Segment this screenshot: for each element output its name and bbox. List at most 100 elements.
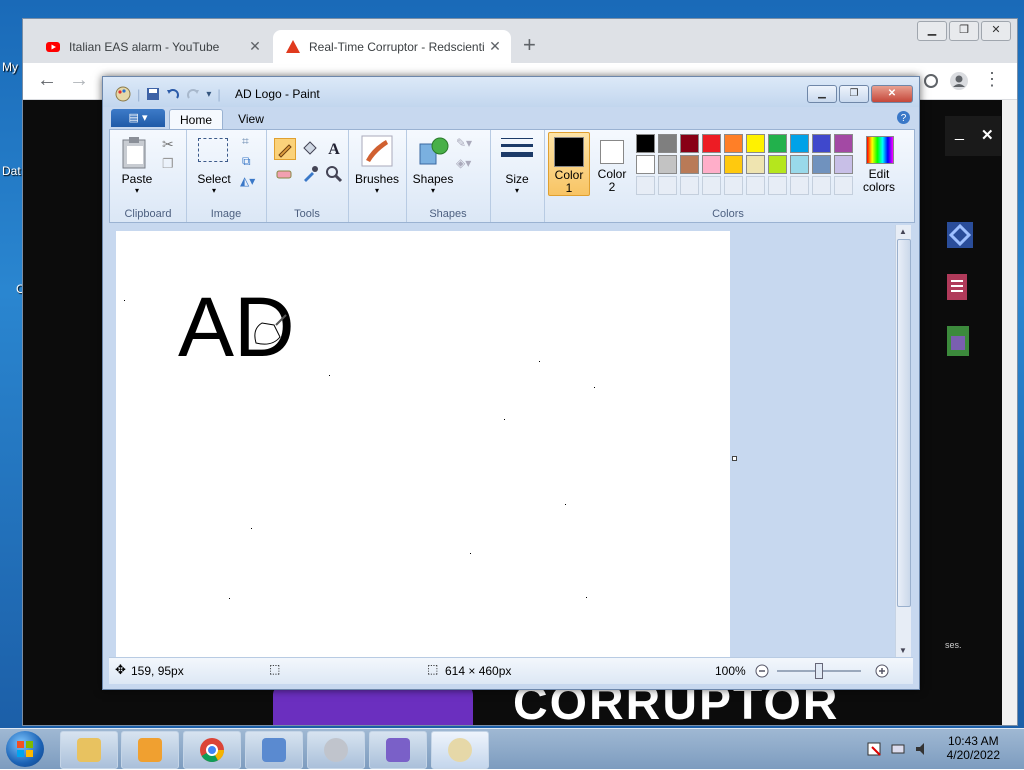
palette-swatch[interactable] xyxy=(680,134,699,153)
panel-close-button[interactable]: ✕ xyxy=(981,126,994,144)
redo-icon[interactable] xyxy=(186,87,200,101)
scrollbar-thumb[interactable] xyxy=(897,239,911,607)
action-center-icon[interactable] xyxy=(866,741,882,757)
crop-icon[interactable]: ⌗ xyxy=(242,134,249,149)
palette-swatch[interactable] xyxy=(790,176,809,195)
palette-swatch[interactable] xyxy=(636,134,655,153)
palette-swatch[interactable] xyxy=(834,155,853,174)
minimize-button[interactable]: ▁ xyxy=(807,85,837,103)
brushes-icon[interactable] xyxy=(360,134,394,168)
palette-swatch[interactable] xyxy=(790,134,809,153)
cut-icon[interactable]: ✂ xyxy=(162,136,174,153)
tab-youtube[interactable]: Italian EAS alarm - YouTube ✕ xyxy=(33,30,271,63)
tab-close-icon[interactable]: ✕ xyxy=(485,38,505,55)
select-button[interactable]: Select xyxy=(190,172,238,186)
palette-swatch[interactable] xyxy=(746,134,765,153)
maximize-button[interactable]: ❐ xyxy=(949,21,979,41)
paint-app-icon[interactable] xyxy=(115,86,131,102)
brushes-button[interactable]: Brushes xyxy=(348,172,406,186)
app-icon-green[interactable] xyxy=(945,324,971,358)
profile-icon[interactable] xyxy=(949,71,969,91)
resize-icon[interactable]: ⧉ xyxy=(242,154,251,169)
minimize-button[interactable]: ▁ xyxy=(917,21,947,41)
tab-corruptor[interactable]: Real-Time Corruptor - Redscienti ✕ xyxy=(273,30,511,63)
palette-swatch[interactable] xyxy=(724,176,743,195)
palette-swatch[interactable] xyxy=(812,176,831,195)
taskbar-sound[interactable] xyxy=(307,731,365,769)
text-tool-icon[interactable]: A xyxy=(324,138,344,158)
undo-icon[interactable] xyxy=(166,87,180,101)
shapes-button[interactable]: Shapes xyxy=(410,172,456,186)
size-button[interactable]: Size xyxy=(490,172,544,186)
palette-swatch[interactable] xyxy=(724,155,743,174)
clock[interactable]: 10:43 AM 4/20/2022 xyxy=(947,734,1000,762)
panel-minimize-button[interactable]: _ xyxy=(955,124,964,142)
paste-icon[interactable] xyxy=(120,136,150,170)
palette-swatch[interactable] xyxy=(680,155,699,174)
palette-swatch[interactable] xyxy=(768,155,787,174)
taskbar-control-panel[interactable] xyxy=(245,731,303,769)
volume-icon[interactable] xyxy=(914,741,930,757)
close-button[interactable]: ✕ xyxy=(981,21,1011,41)
close-button[interactable]: ✕ xyxy=(871,85,913,103)
color1-button[interactable]: Color 1 xyxy=(548,132,590,196)
palette-swatch[interactable] xyxy=(790,155,809,174)
taskbar-vegas[interactable] xyxy=(369,731,427,769)
palette-swatch[interactable] xyxy=(834,176,853,195)
tab-home[interactable]: Home xyxy=(169,109,223,130)
fill-bucket-icon[interactable] xyxy=(300,138,320,158)
select-icon[interactable] xyxy=(198,138,228,162)
network-icon[interactable] xyxy=(890,741,906,757)
palette-swatch[interactable] xyxy=(768,176,787,195)
palette-swatch[interactable] xyxy=(702,176,721,195)
palette-swatch[interactable] xyxy=(636,176,655,195)
paint-menu-button[interactable]: ▤ ▾ xyxy=(111,109,165,127)
canvas-vertical-scrollbar[interactable]: ▲ ▼ xyxy=(895,225,911,657)
menu-icon[interactable]: ⋮ xyxy=(983,69,1001,90)
palette-swatch[interactable] xyxy=(724,134,743,153)
tab-close-icon[interactable]: ✕ xyxy=(245,38,265,55)
zoom-out-icon[interactable] xyxy=(755,664,769,678)
tab-view[interactable]: View xyxy=(227,109,275,129)
palette-swatch[interactable] xyxy=(746,176,765,195)
app-icon-blue[interactable] xyxy=(945,220,975,250)
rotate-icon[interactable]: ◭▾ xyxy=(240,174,255,188)
palette-swatch[interactable] xyxy=(812,134,831,153)
palette-swatch[interactable] xyxy=(636,155,655,174)
taskbar-paint[interactable] xyxy=(431,731,489,769)
back-icon[interactable]: ← xyxy=(37,69,57,92)
palette-swatch[interactable] xyxy=(658,134,677,153)
taskbar-explorer[interactable] xyxy=(60,731,118,769)
zoom-in-icon[interactable] xyxy=(875,664,889,678)
palette-swatch[interactable] xyxy=(680,176,699,195)
app-icon-document[interactable] xyxy=(945,272,969,302)
magnifier-icon[interactable] xyxy=(324,164,344,184)
edit-colors-button[interactable]: Edit colors xyxy=(854,132,904,194)
page-scrollbar[interactable] xyxy=(1002,100,1017,725)
palette-swatch[interactable] xyxy=(746,155,765,174)
fill-icon[interactable]: ◈▾ xyxy=(456,156,471,170)
desktop-icon-label[interactable]: My xyxy=(2,60,18,74)
outline-icon[interactable]: ✎▾ xyxy=(456,136,472,150)
canvas-resize-handle[interactable] xyxy=(732,456,737,461)
pencil-icon[interactable] xyxy=(274,138,296,160)
palette-swatch[interactable] xyxy=(658,176,677,195)
palette-swatch[interactable] xyxy=(834,134,853,153)
forward-icon[interactable]: → xyxy=(69,69,89,92)
palette-swatch[interactable] xyxy=(658,155,677,174)
zoom-slider-thumb[interactable] xyxy=(815,663,823,679)
copy-icon[interactable]: ❐ xyxy=(162,156,174,172)
palette-swatch[interactable] xyxy=(702,155,721,174)
size-icon[interactable] xyxy=(500,136,534,164)
palette-swatch[interactable] xyxy=(702,134,721,153)
palette-swatch[interactable] xyxy=(768,134,787,153)
save-icon[interactable] xyxy=(146,87,160,101)
taskbar-chrome[interactable] xyxy=(183,731,241,769)
extensions-icon[interactable] xyxy=(921,71,941,91)
eraser-icon[interactable] xyxy=(274,164,294,184)
customize-qat-icon[interactable]: ▾ xyxy=(206,89,211,100)
palette-swatch[interactable] xyxy=(812,155,831,174)
color-picker-icon[interactable] xyxy=(300,164,320,184)
paste-button[interactable]: Paste xyxy=(114,172,160,186)
taskbar-media-player[interactable] xyxy=(121,731,179,769)
